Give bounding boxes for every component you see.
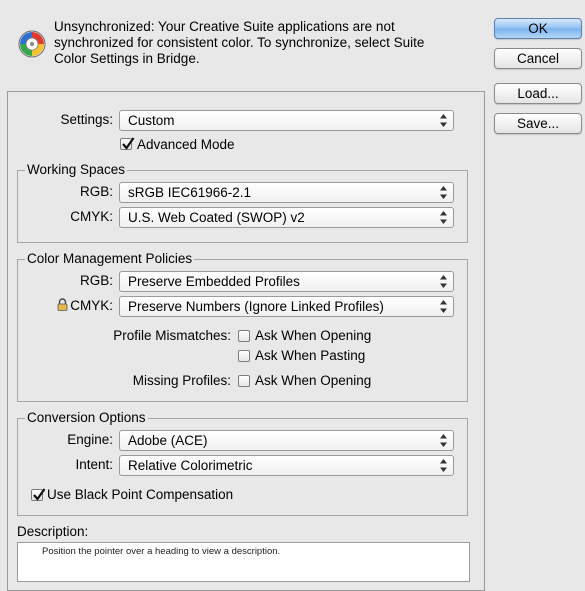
settings-select[interactable]: Custom	[119, 110, 454, 131]
load-button[interactable]: Load...	[494, 83, 582, 104]
engine-select[interactable]: Adobe (ACE)	[119, 430, 454, 451]
conversion-options-title: Conversion Options	[25, 410, 148, 425]
policy-cmyk-value: Preserve Numbers (Ignore Linked Profiles…	[128, 299, 384, 314]
color-policies-title: Color Management Policies	[25, 251, 195, 266]
working-spaces-title: Working Spaces	[25, 162, 128, 177]
updown-arrows-icon	[440, 275, 447, 288]
policy-cmyk-select[interactable]: Preserve Numbers (Ignore Linked Profiles…	[119, 296, 454, 317]
missing-profiles-label: Missing Profiles:	[132, 373, 231, 388]
mismatch-ask-pasting-checkbox[interactable]	[238, 350, 250, 362]
description-text: Position the pointer over a heading to v…	[42, 546, 281, 557]
policy-rgb-select[interactable]: Preserve Embedded Profiles	[119, 271, 454, 292]
mismatch-ask-opening-checkbox[interactable]	[238, 330, 250, 342]
advanced-mode-checkbox[interactable]	[120, 137, 135, 150]
updown-arrows-icon	[440, 300, 447, 313]
mismatch-ask-opening-label: Ask When Opening	[255, 328, 372, 343]
updown-arrows-icon	[440, 114, 447, 127]
ws-rgb-select[interactable]: sRGB IEC61966-2.1	[119, 182, 454, 203]
cancel-button[interactable]: Cancel	[494, 48, 582, 69]
updown-arrows-icon	[440, 459, 447, 472]
intent-select[interactable]: Relative Colorimetric	[119, 455, 454, 476]
sync-warning-line2: synchronized for consistent color. To sy…	[54, 35, 425, 50]
advanced-mode-label: Advanced Mode	[137, 137, 235, 152]
save-button[interactable]: Save...	[494, 113, 582, 134]
sync-warning-text: Unsynchronized: Your Creative Suite appl…	[54, 19, 474, 67]
policy-rgb-label: RGB:	[79, 273, 113, 288]
description-label: Description:	[17, 524, 89, 539]
updown-arrows-icon	[440, 186, 447, 199]
description-box: Position the pointer over a heading to v…	[17, 542, 470, 582]
settings-select-value: Custom	[128, 113, 175, 128]
sync-warning-line1: Unsynchronized: Your Creative Suite appl…	[54, 19, 395, 34]
updown-arrows-icon	[440, 211, 447, 224]
checkmark-icon	[122, 137, 135, 150]
sync-warning-line3: Color Settings in Bridge.	[54, 51, 200, 66]
color-wheel-icon	[18, 30, 46, 58]
policy-rgb-value: Preserve Embedded Profiles	[128, 274, 300, 289]
settings-label: Settings:	[60, 112, 113, 127]
ok-button[interactable]: OK	[494, 18, 582, 39]
missing-ask-opening-checkbox[interactable]	[238, 375, 250, 387]
ws-cmyk-label: CMYK:	[70, 209, 113, 224]
engine-label: Engine:	[67, 432, 113, 447]
ws-cmyk-value: U.S. Web Coated (SWOP) v2	[128, 210, 305, 225]
intent-value: Relative Colorimetric	[128, 458, 253, 473]
updown-arrows-icon	[440, 434, 447, 447]
engine-value: Adobe (ACE)	[128, 433, 208, 448]
ws-rgb-label: RGB:	[79, 184, 113, 199]
mismatch-ask-pasting-label: Ask When Pasting	[255, 348, 366, 363]
intent-label: Intent:	[75, 457, 113, 472]
ws-rgb-value: sRGB IEC61966-2.1	[128, 185, 252, 200]
profile-mismatches-label: Profile Mismatches:	[113, 328, 231, 343]
missing-ask-opening-label: Ask When Opening	[255, 373, 372, 388]
policy-cmyk-label: CMYK:	[70, 298, 113, 313]
black-point-compensation-label: Use Black Point Compensation	[47, 487, 234, 502]
checkmark-icon	[33, 488, 46, 501]
black-point-compensation-checkbox[interactable]	[31, 488, 46, 501]
ws-cmyk-select[interactable]: U.S. Web Coated (SWOP) v2	[119, 207, 454, 228]
